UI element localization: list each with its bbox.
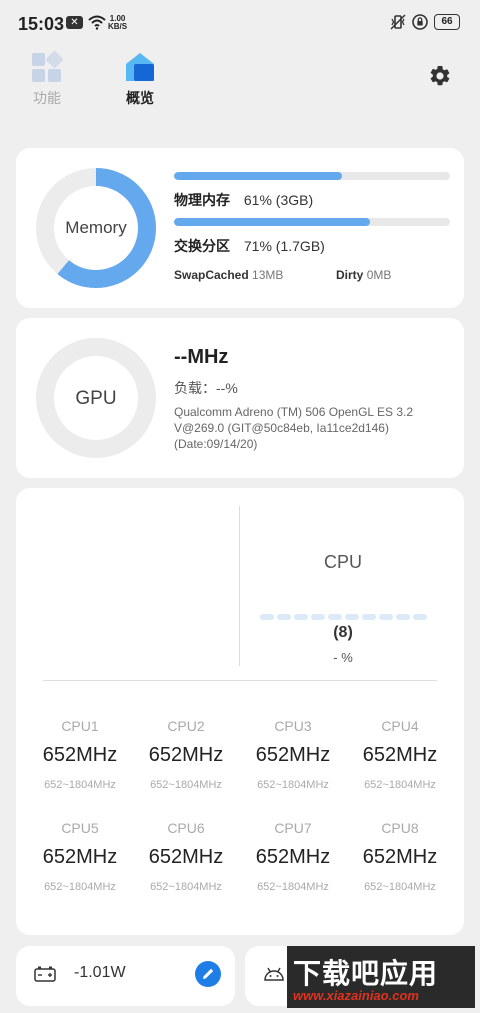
watermark-text: 下载吧应用: [293, 957, 439, 990]
core-range: 652~1804MHz: [150, 779, 222, 791]
wifi-icon: [88, 15, 106, 30]
tab-overview[interactable]: 概览: [110, 50, 170, 108]
swap-value: 71% (1.7GB): [243, 238, 325, 254]
gpu-card[interactable]: GPU --MHz 负载：--% Qualcomm Adreno (TM) 50…: [16, 318, 464, 478]
core-name: CPU3: [274, 718, 312, 734]
dirty-label: Dirty: [336, 268, 364, 282]
core-range: 652~1804MHz: [257, 779, 329, 791]
tab-functions[interactable]: 功能: [17, 50, 77, 108]
battery-power-card[interactable]: -1.01W: [16, 946, 235, 1006]
gpu-ring: GPU: [36, 338, 156, 458]
core-name: CPU2: [167, 718, 205, 734]
core-frequency: 652MHz: [362, 846, 438, 868]
gear-icon[interactable]: [428, 64, 452, 88]
core-frequency: 652MHz: [255, 744, 331, 766]
swap-bar: [174, 218, 450, 226]
core-name: CPU7: [274, 820, 312, 836]
core-frequency: 652MHz: [362, 744, 438, 766]
edit-button[interactable]: [195, 961, 221, 987]
swap-label: 交换分区: [174, 238, 230, 254]
core-name: CPU4: [381, 718, 419, 734]
core-name: CPU5: [61, 820, 99, 836]
cpu-core-7: CPU7 652MHz 652~1804MHz: [238, 820, 348, 893]
cpu-core-4: CPU4 652MHz 652~1804MHz: [345, 718, 455, 791]
core-range: 652~1804MHz: [44, 881, 116, 893]
battery-power-value: -1.01W: [74, 964, 126, 981]
tab-overview-label: 概览: [126, 90, 154, 106]
cpu-core-6: CPU6 652MHz 652~1804MHz: [131, 820, 241, 893]
physical-memory-bar: [174, 172, 450, 180]
core-name: CPU8: [381, 820, 419, 836]
cpu-core-8: CPU8 652MHz 652~1804MHz: [345, 820, 455, 893]
physical-memory-label: 物理内存: [174, 192, 230, 208]
cpu-divider-horizontal: [43, 680, 437, 681]
memory-card[interactable]: Memory 物理内存 61% (3GB) 交换分区 71% (1.7GB) S…: [16, 148, 464, 308]
cpu-divider-vertical: [239, 506, 240, 666]
core-frequency: 652MHz: [42, 846, 118, 868]
net-speed: 1.00 KB/S: [108, 15, 127, 31]
battery-icon: 66: [434, 14, 460, 30]
cpu-load-indicator: [260, 614, 427, 620]
core-name: CPU6: [167, 820, 205, 836]
watermark-url: www.xiazainiao.com: [293, 988, 419, 1003]
dirty-value: 0MB: [366, 268, 392, 282]
core-range: 652~1804MHz: [257, 881, 329, 893]
core-range: 652~1804MHz: [364, 779, 436, 791]
home-icon: [122, 50, 158, 84]
net-speed-unit: KB/S: [108, 22, 128, 31]
dirty-stat: Dirty 0MB: [336, 268, 391, 282]
cpu-core-3: CPU3 652MHz 652~1804MHz: [238, 718, 348, 791]
core-range: 652~1804MHz: [150, 881, 222, 893]
gpu-load: 负载：--%: [174, 380, 238, 396]
cpu-core-2: CPU2 652MHz 652~1804MHz: [131, 718, 241, 791]
core-frequency: 652MHz: [148, 846, 224, 868]
gpu-renderer-info: Qualcomm Adreno (TM) 506 OpenGL ES 3.2 V…: [174, 405, 413, 451]
memory-ring-label: Memory: [65, 218, 127, 237]
physical-memory-row: 物理内存 61% (3GB): [174, 190, 313, 210]
tab-functions-label: 功能: [33, 90, 61, 106]
core-frequency: 652MHz: [148, 744, 224, 766]
memory-ring: Memory: [36, 168, 156, 288]
cpu-card[interactable]: CPU (8) - % CPU1 652MHz 652~1804MHz CPU2…: [16, 488, 464, 935]
cpu-core-5: CPU5 652MHz 652~1804MHz: [25, 820, 135, 893]
watermark: 下载吧应用 www.xiazainiao.com: [287, 946, 475, 1008]
core-range: 652~1804MHz: [44, 779, 116, 791]
core-name: CPU1: [61, 718, 99, 734]
swap-row: 交换分区 71% (1.7GB): [174, 236, 325, 256]
core-frequency: 652MHz: [42, 744, 118, 766]
cpu-title: CPU: [323, 552, 362, 572]
grid-icon: [29, 50, 65, 84]
gpu-frequency: --MHz: [174, 346, 229, 368]
cpu-core-1: CPU1 652MHz 652~1804MHz: [25, 718, 135, 791]
battery-power-icon: [34, 966, 56, 982]
pencil-icon: [203, 968, 214, 979]
top-nav: 功能 概览: [0, 46, 480, 116]
swapcached-value: 13MB: [252, 268, 284, 282]
physical-memory-value: 61% (3GB): [243, 192, 314, 208]
physical-memory-bar-fill: [174, 172, 343, 180]
core-frequency: 652MHz: [255, 846, 331, 868]
lock-icon: [412, 14, 428, 30]
vibrate-icon: [390, 14, 406, 30]
cpu-core-count: (8): [333, 624, 353, 641]
android-icon: [264, 967, 284, 981]
status-time: 15:03: [18, 14, 65, 34]
status-bar: 15:03 ✕ 1.00 KB/S 66: [0, 0, 480, 46]
cpu-load: - %: [333, 650, 353, 665]
swapcached-stat: SwapCached 13MB: [174, 268, 283, 282]
core-range: 652~1804MHz: [364, 881, 436, 893]
gpu-ring-label: GPU: [75, 388, 117, 409]
x-box-icon: ✕: [66, 16, 83, 29]
swapcached-label: SwapCached: [174, 268, 249, 282]
swap-bar-fill: [174, 218, 370, 226]
